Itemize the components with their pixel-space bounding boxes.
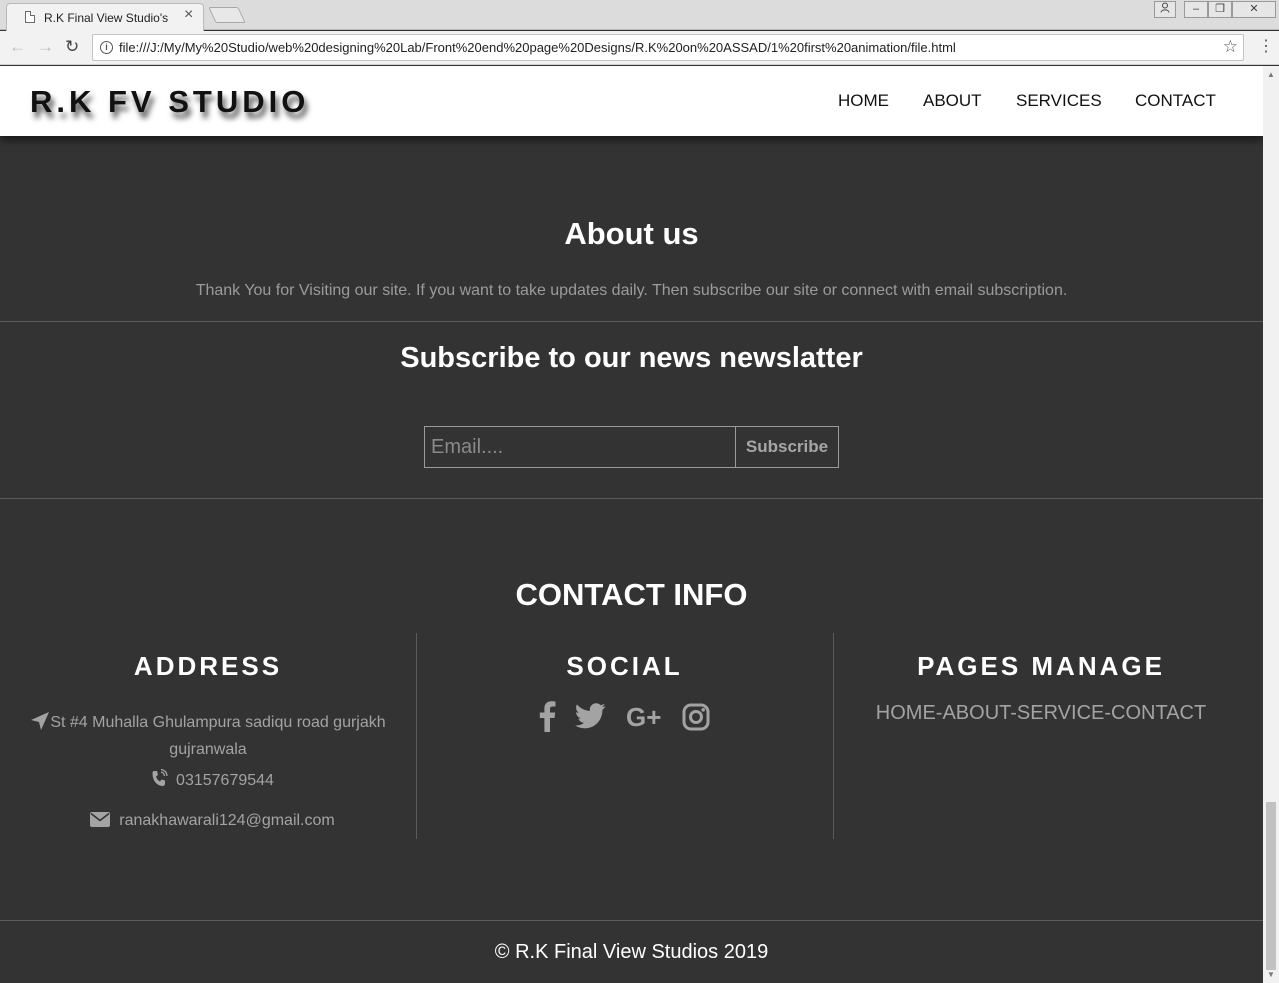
facebook-icon[interactable]: [538, 700, 556, 737]
forward-icon[interactable]: →: [37, 37, 54, 57]
contact-title: CONTACT INFO: [515, 577, 748, 612]
about-title: About us: [564, 216, 699, 251]
back-icon[interactable]: ←: [9, 37, 26, 57]
email-field[interactable]: [425, 427, 735, 467]
subscribe-button[interactable]: Subscribe: [735, 426, 839, 468]
email-address: ranakhawarali124@gmail.com: [119, 812, 335, 829]
restore-icon[interactable]: ❐: [1208, 1, 1232, 18]
address-line-1: St #4 Muhalla Ghulampura sadiqu road gur…: [50, 714, 386, 731]
divider: [0, 920, 1263, 921]
browser-tabstrip: R.K Final View Studio's S × – ❐ ✕: [0, 0, 1279, 31]
nav-contact[interactable]: CONTACT: [1135, 91, 1216, 111]
instagram-icon[interactable]: [682, 703, 710, 736]
pages-manage-heading: PAGES MANAGE: [917, 651, 1165, 681]
divider: [0, 498, 1263, 499]
address-line-2: gujranwala: [169, 741, 247, 758]
twitter-icon[interactable]: [575, 703, 606, 734]
tab-title: R.K Final View Studio's S: [44, 11, 169, 25]
pages-manage-links[interactable]: HOME-ABOUT-SERVICE-CONTACT: [833, 702, 1249, 725]
google-plus-icon[interactable]: G+: [626, 704, 661, 730]
scroll-thumb[interactable]: [1266, 802, 1276, 970]
newsletter-title: Subscribe to our news newslatter: [400, 342, 863, 374]
nav-services[interactable]: SERVICES: [1016, 91, 1102, 111]
site-header: R.K FV STUDIO HOME ABOUT SERVICES CONTAC…: [0, 66, 1263, 136]
social-heading: SOCIAL: [566, 651, 683, 681]
info-icon[interactable]: i: [100, 41, 113, 54]
bookmark-star-icon[interactable]: ☆: [1223, 37, 1238, 57]
nav-about[interactable]: ABOUT: [923, 91, 982, 111]
profile-icon[interactable]: [1154, 1, 1176, 18]
reload-icon[interactable]: ↻: [65, 37, 79, 57]
about-text: Thank You for Visiting our site. If you …: [195, 282, 1068, 299]
site-logo[interactable]: R.K FV STUDIO: [30, 84, 309, 120]
document-icon: [25, 11, 35, 23]
copyright: © R.K Final View Studios 2019: [494, 941, 769, 963]
browser-tab[interactable]: R.K Final View Studio's S ×: [6, 3, 204, 31]
phone-number: 03157679544: [176, 772, 274, 789]
new-tab-button[interactable]: [208, 7, 246, 23]
scroll-down-arrow-icon[interactable]: ▼: [1267, 970, 1275, 979]
url-text[interactable]: file:///J:/My/My%20Studio/web%20designin…: [119, 40, 956, 55]
scrollbar[interactable]: ▲ ▼: [1263, 66, 1279, 983]
page-viewport: R.K FV STUDIO HOME ABOUT SERVICES CONTAC…: [0, 66, 1263, 983]
scroll-up-arrow-icon[interactable]: ▲: [1267, 70, 1275, 79]
divider: [0, 321, 1263, 322]
browser-menu-icon[interactable]: ⋮: [1256, 37, 1276, 57]
address-heading: ADDRESS: [133, 651, 283, 681]
browser-toolbar: ← → ↻ i file:///J:/My/My%20Studio/web%20…: [0, 31, 1279, 65]
address-bar[interactable]: i file:///J:/My/My%20Studio/web%20design…: [92, 34, 1244, 61]
email-field-wrapper: [424, 426, 736, 468]
tab-close-icon[interactable]: ×: [184, 7, 193, 23]
minimize-icon[interactable]: –: [1184, 1, 1208, 18]
nav-home[interactable]: HOME: [838, 91, 889, 111]
close-window-icon[interactable]: ✕: [1232, 1, 1276, 18]
